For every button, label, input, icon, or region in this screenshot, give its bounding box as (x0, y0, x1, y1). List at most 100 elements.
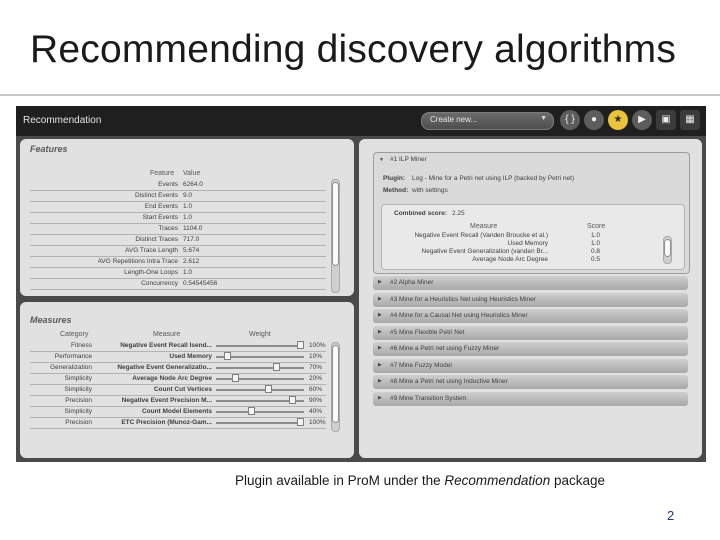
measure-category: Simplicity (64, 386, 92, 393)
feature-name: Concurrency (141, 280, 178, 287)
weight-slider-thumb[interactable] (273, 363, 280, 371)
expand-triangle-icon[interactable]: ▶ (378, 312, 382, 318)
feature-name: Start Events (142, 214, 178, 221)
caption-prefix: Plugin available in ProM under the (235, 473, 445, 488)
recommendation-label: #3 Mine for a Heuristics Net using Heuri… (390, 295, 536, 303)
recommendation-row[interactable]: ▶ #2 Alpha Miner (373, 276, 688, 290)
weight-percent: 70% (309, 364, 323, 371)
feature-value: 717.0 (183, 236, 200, 243)
score-row: Average Node Arc Degree 0.5 (388, 256, 654, 264)
measure-name: Negative Event Recall Isend... (120, 342, 212, 349)
export-icon: ▣ (661, 114, 671, 125)
braces-button[interactable]: { } (560, 110, 580, 130)
feature-value: 2.612 (183, 258, 200, 265)
recommendation-row[interactable]: ▶ #8 Mine a Petri net using Inductive Min… (373, 375, 688, 389)
feature-name: AVG Trace Length (125, 247, 178, 254)
features-scrollbar[interactable] (331, 179, 340, 293)
expand-triangle-icon[interactable]: ▶ (378, 395, 382, 401)
recommendation-label: #6 Mine a Petri net using Fuzzy Miner (390, 345, 500, 352)
feature-name: Length-One Loops (124, 269, 178, 276)
collapse-triangle-icon[interactable]: ▼ (379, 157, 384, 163)
measure-name: Average Node Arc Degree (132, 375, 212, 382)
weight-slider-track[interactable] (216, 345, 304, 347)
feature-value: 5.674 (183, 247, 200, 254)
measure-category: Simplicity (64, 408, 92, 415)
measure-category: Precision (65, 419, 92, 426)
weight-slider-thumb[interactable] (232, 374, 239, 382)
measures-scrollbar[interactable] (331, 342, 340, 432)
drop-icon: ● (590, 114, 598, 125)
feature-value: 6264.0 (183, 181, 203, 188)
weight-slider-thumb[interactable] (297, 341, 304, 349)
export-button[interactable]: ▣ (656, 110, 676, 130)
expand-triangle-icon[interactable]: ▶ (378, 362, 382, 368)
measures-scrollbar-thumb[interactable] (332, 345, 339, 423)
score-measure-header: Measure (470, 223, 498, 230)
expand-triangle-icon[interactable]: ▶ (378, 345, 382, 351)
drop-button[interactable]: ● (584, 110, 604, 130)
recommendation-row[interactable]: ▶ #7 Mine Fuzzy Model (373, 358, 688, 373)
recommendation-label: #9 Mine Transition System (390, 394, 467, 402)
recommendation-row[interactable]: ▶ #5 Mine Flexible Petri Net (373, 325, 688, 340)
weight-slider-thumb[interactable] (289, 396, 296, 404)
view-select-value: Create new... (430, 115, 478, 124)
recommendation-row[interactable]: ▶ #4 Mine for a Causal Net using Heuristi… (373, 309, 688, 323)
grid-button[interactable]: ▦ (680, 110, 700, 130)
weight-slider-track[interactable] (216, 378, 304, 380)
app-title: Recommendation (23, 115, 102, 126)
weight-slider-thumb[interactable] (297, 418, 304, 426)
weight-percent: 100% (309, 342, 326, 349)
recommendation-label: #2 Alpha Miner (390, 279, 434, 286)
title-divider (0, 94, 720, 96)
star-icon: ★ (613, 114, 623, 125)
page-number: 2 (667, 508, 675, 523)
measure-category: Generalization (50, 364, 92, 371)
score-measure: Negative Event Recall (Vanden Broucke et… (414, 232, 548, 239)
score-measure: Average Node Arc Degree (472, 256, 548, 263)
play-icon: ▶ (638, 114, 646, 125)
method-value: with settings (412, 187, 448, 194)
weight-slider-thumb[interactable] (265, 385, 272, 393)
score-scrollbar[interactable] (663, 236, 672, 264)
weight-slider-track[interactable] (216, 411, 304, 413)
expand-triangle-icon[interactable]: ▶ (378, 378, 382, 384)
weight-slider-thumb[interactable] (224, 352, 231, 360)
score-row: Negative Event Recall (Vanden Broucke et… (388, 232, 654, 240)
measure-name: ETC Precision (Munoz-Gam... (121, 419, 212, 426)
score-value: 1.0 (591, 240, 601, 247)
feature-value: 0.54545456 (183, 280, 218, 287)
combined-score-label: Combined score: (394, 210, 448, 217)
features-title: Features (30, 144, 68, 154)
weight-slider-thumb[interactable] (248, 407, 255, 415)
weight-percent: 60% (309, 386, 323, 393)
expand-triangle-icon[interactable]: ▶ (378, 279, 382, 285)
score-value: 0.5 (591, 256, 601, 263)
caption-emphasis: Recommendation (444, 473, 551, 488)
recommendation-window: Recommendation Create new... ▼ { } ● ★ ▶ ▣ ▦ … (16, 106, 706, 462)
expand-triangle-icon[interactable]: ▶ (378, 296, 382, 302)
recommendation-row[interactable]: ▶ #9 Mine Transition System (373, 391, 688, 406)
view-select[interactable]: Create new... ▼ (421, 112, 554, 130)
score-scrollbar-thumb[interactable] (664, 239, 671, 257)
method-label: Method: (383, 187, 409, 194)
feature-name: Traces (158, 225, 178, 232)
recommendation-1-label[interactable]: #1 ILP Miner (390, 156, 427, 163)
star-button[interactable]: ★ (608, 110, 628, 130)
recommendation-label: #7 Mine Fuzzy Model (390, 361, 452, 369)
plugin-label: Plugin: (383, 175, 406, 182)
score-measure: Used Memory (507, 240, 548, 247)
combined-score-value: 2.25 (452, 210, 465, 217)
features-panel: Features Feature Value Events 6264.0 Disti… (20, 139, 354, 296)
weight-slider-track[interactable] (216, 367, 304, 369)
play-button[interactable]: ▶ (632, 110, 652, 130)
recommendation-row[interactable]: ▶ #3 Mine for a Heuristics Net using Heur… (373, 292, 688, 307)
features-scrollbar-thumb[interactable] (332, 182, 339, 266)
expand-triangle-icon[interactable]: ▶ (378, 329, 382, 335)
recommendation-row[interactable]: ▶ #6 Mine a Petri net using Fuzzy Miner (373, 342, 688, 356)
weight-slider-track[interactable] (216, 422, 304, 424)
weight-slider-track[interactable] (216, 389, 304, 391)
score-row: Negative Event Generalization (vanden Br… (388, 248, 654, 256)
feature-value: 1104.0 (183, 225, 203, 232)
caption-suffix: package (550, 473, 605, 488)
weight-percent: 90% (309, 397, 323, 404)
